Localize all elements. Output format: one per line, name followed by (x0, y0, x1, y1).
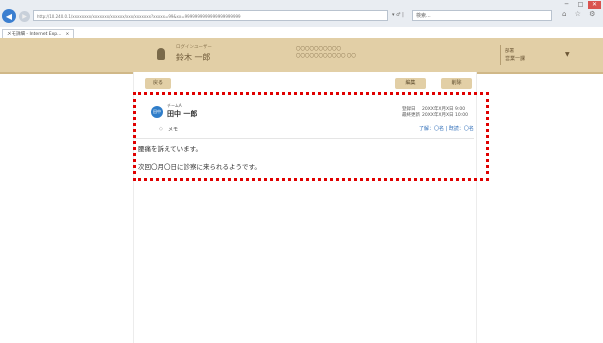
delete-button[interactable]: 削除 (441, 78, 472, 89)
url-tools[interactable]: ▾ ♂ | (392, 10, 404, 21)
highlight-box (133, 92, 489, 181)
back-button[interactable]: ◀ (2, 9, 16, 23)
edit-button[interactable]: 編集 (395, 78, 426, 89)
window-controls: ─ □ ✕ (560, 1, 601, 9)
url-bar[interactable]: http://10.240.0.1/xxxxxxxx/xxxxxxx/xxxxx… (33, 10, 388, 21)
tab-close-icon[interactable]: × (65, 32, 69, 37)
header-info-1: 〇〇〇〇〇〇〇〇〇〇 (296, 47, 341, 52)
user-icon (157, 48, 165, 60)
back-to-list-button[interactable]: 戻る (145, 78, 171, 89)
header-info-2: 〇〇〇〇〇〇〇〇〇〇〇 〇〇 (296, 54, 356, 59)
forward-button[interactable]: ▶ (19, 11, 30, 22)
header-right-value[interactable]: 営業一課 (505, 55, 525, 62)
close-window-button[interactable]: ✕ (588, 1, 601, 9)
chevron-down-icon[interactable]: ▼ (565, 51, 570, 58)
tab-title: メモ詳細 - Internet Exp... (7, 32, 62, 37)
header-divider (500, 45, 501, 65)
browser-tool-icons[interactable]: ⌂ ☆ ⚙ (562, 10, 598, 18)
header-user-sub: ログインユーザー (176, 45, 212, 50)
minimize-button[interactable]: ─ (560, 1, 573, 9)
maximize-button[interactable]: □ (574, 1, 587, 9)
header-user-name: 鈴木 一郎 (176, 53, 211, 62)
header-right-label: 部署 (505, 49, 514, 54)
search-input[interactable]: 検索... (412, 10, 552, 21)
